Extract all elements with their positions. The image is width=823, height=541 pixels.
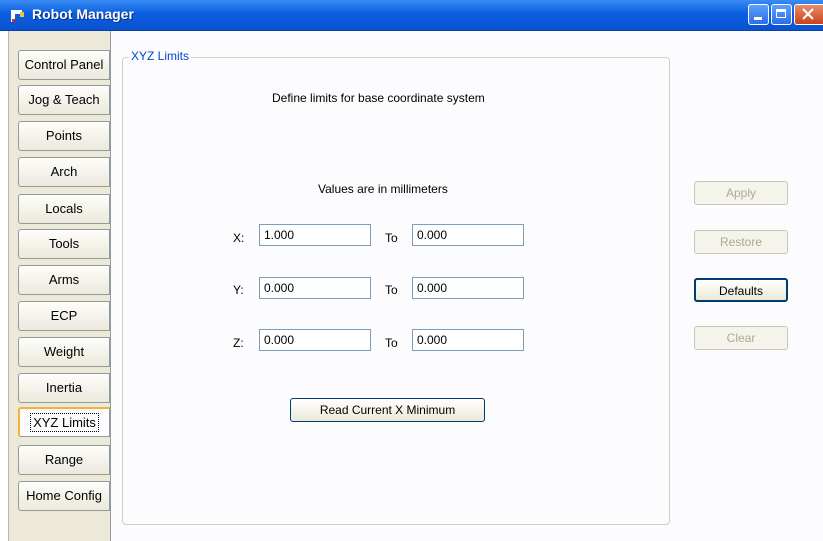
tab-weight[interactable]: Weight [18,337,110,367]
group-label: XYZ Limits [129,49,192,63]
tab-label: Inertia [45,380,83,395]
z-min-field[interactable]: 0.000 [259,329,371,351]
tab-label: Arms [48,272,80,287]
apply-button[interactable]: Apply [694,181,788,205]
group-heading: Define limits for base coordinate system [272,91,485,105]
tab-jog-teach[interactable]: Jog & Teach [18,85,110,115]
x-min-field[interactable]: 1.000 [259,224,371,246]
y-max-field[interactable]: 0.000 [412,277,524,299]
z-to-label: To [385,336,398,350]
y-min-field[interactable]: 0.000 [259,277,371,299]
tab-xyz-limits[interactable]: XYZ Limits [18,407,110,437]
tab-label: Weight [43,344,85,359]
tab-ecp[interactable]: ECP [18,301,110,331]
tab-label: ECP [50,308,78,323]
tab-label: Points [45,128,83,143]
tab-label: Range [44,452,84,467]
units-note: Values are in millimeters [318,182,448,196]
tab-points[interactable]: Points [18,121,110,151]
tab-range[interactable]: Range [18,445,110,475]
tab-control-panel[interactable]: Control Panel [18,50,110,80]
tab-label: Tools [48,236,80,251]
defaults-button[interactable]: Defaults [694,278,788,302]
title-bar[interactable]: Robot Manager [0,0,823,31]
tab-tools[interactable]: Tools [18,229,110,259]
tab-home-config[interactable]: Home Config [18,481,110,511]
tab-inertia[interactable]: Inertia [18,373,110,403]
window-title: Robot Manager [32,6,134,22]
x-axis-label: X: [233,231,245,245]
tab-arch[interactable]: Arch [18,157,110,187]
tab-label: Home Config [26,488,102,503]
maximize-button[interactable] [771,4,792,25]
restore-button[interactable]: Restore [694,230,788,254]
close-icon [802,8,814,20]
tab-arms[interactable]: Arms [18,265,110,295]
tab-label: Control Panel [24,57,104,72]
y-axis-label: Y: [233,283,244,297]
tab-label: XYZ Limits [30,413,99,432]
minimize-button[interactable] [748,4,769,25]
robot-app-icon [11,10,24,22]
close-button[interactable] [794,4,823,25]
x-max-field[interactable]: 0.000 [412,224,524,246]
read-current-button[interactable]: Read Current X Minimum [290,398,485,422]
tab-label: Arch [50,164,78,179]
tab-locals[interactable]: Locals [18,194,110,224]
x-to-label: To [385,231,398,245]
tab-label: Jog & Teach [28,92,100,107]
tab-label: Locals [45,201,83,216]
z-axis-label: Z: [233,336,244,350]
clear-button[interactable]: Clear [694,326,788,350]
z-max-field[interactable]: 0.000 [412,329,524,351]
y-to-label: To [385,283,398,297]
